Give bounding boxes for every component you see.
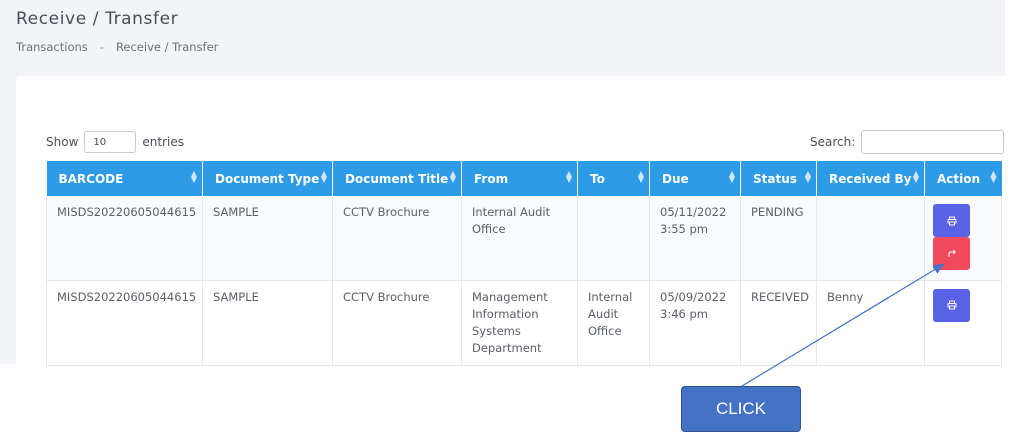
click-callout: CLICK [681,386,801,432]
cell-barcode: MISDS20220605044615 [46,280,203,366]
sort-icon: ▲ ▼ [320,169,327,184]
print-button[interactable] [933,288,970,322]
cell-document-type: SAMPLE [202,280,333,366]
print-button[interactable] [933,204,970,237]
sort-icon: ▲ ▼ [912,169,919,184]
sort-icon: ▲ ▼ [728,169,735,184]
column-header-barcode[interactable]: BARCODE ▲ ▼ [46,161,203,196]
column-header-document-type[interactable]: Document Type ▲ ▼ [202,161,333,196]
documents-table: BARCODE ▲ ▼ Document Type ▲ ▼ Document Title… [46,161,1002,366]
show-label: Show [46,135,79,149]
print-icon [947,216,956,225]
breadcrumb-item-current: Receive / Transfer [115,40,219,54]
cell-document-type: SAMPLE [202,196,333,281]
sort-icon: ▲ ▼ [990,169,997,184]
sort-icon: ▲ ▼ [449,169,456,184]
cell-to: Internal Audit Office [577,280,650,366]
column-header-to[interactable]: To ▲ ▼ [577,161,650,196]
breadcrumb-item-transactions[interactable]: Transactions [16,40,88,54]
cell-from: Internal Audit Office [461,196,578,281]
cell-document-title: CCTV Brochure [332,280,462,366]
table-row: MISDS20220605044615 SAMPLE CCTV Brochure… [46,196,1002,281]
entries-per-page-select[interactable]: 10 [84,131,137,153]
sort-icon: ▲ ▼ [565,169,572,184]
table-row: MISDS20220605044615 SAMPLE CCTV Brochure… [46,280,1002,366]
cell-document-title: CCTV Brochure [332,196,462,281]
cell-from: Management Information Systems Departmen… [461,280,578,366]
search-control: Search: [810,130,1005,154]
cell-status: PENDING [740,196,817,281]
transfer-icon [947,249,956,257]
column-header-document-title[interactable]: Document Title ▲ ▼ [332,161,462,196]
column-header-due[interactable]: Due ▲ ▼ [649,161,741,196]
entries-label: entries [142,135,184,149]
breadcrumb-separator: - [99,40,104,54]
sort-icon: ▲ ▼ [804,169,811,184]
show-entries-control: Show 10 entries [46,131,184,153]
print-icon [947,300,956,310]
cell-due: 05/11/2022 3:55 pm [649,196,741,281]
cell-received-by [816,196,925,281]
table-header-row: BARCODE ▲ ▼ Document Type ▲ ▼ Document Title… [46,161,1002,196]
search-label: Search: [810,135,856,149]
cell-due: 05/09/2022 3:46 pm [649,280,741,366]
cell-barcode: MISDS20220605044615 [46,196,203,281]
page-title: Receive / Transfer [16,9,179,29]
cell-action [924,280,1002,366]
cell-action [924,196,1002,281]
cell-received-by: Benny [816,280,925,366]
column-header-from[interactable]: From ▲ ▼ [461,161,578,196]
sort-icon: ▲ ▼ [190,169,197,184]
cell-to [577,196,650,281]
search-input[interactable] [861,130,1005,154]
sort-icon: ▲ ▼ [637,169,644,184]
column-header-action[interactable]: Action ▲ ▼ [924,161,1002,196]
transfer-button[interactable] [933,237,970,270]
breadcrumb: Transactions - Receive / Transfer [16,40,218,54]
column-header-status[interactable]: Status ▲ ▼ [740,161,817,196]
column-header-received-by[interactable]: Received By ▲ ▼ [816,161,925,196]
cell-status: RECEIVED [740,280,817,366]
